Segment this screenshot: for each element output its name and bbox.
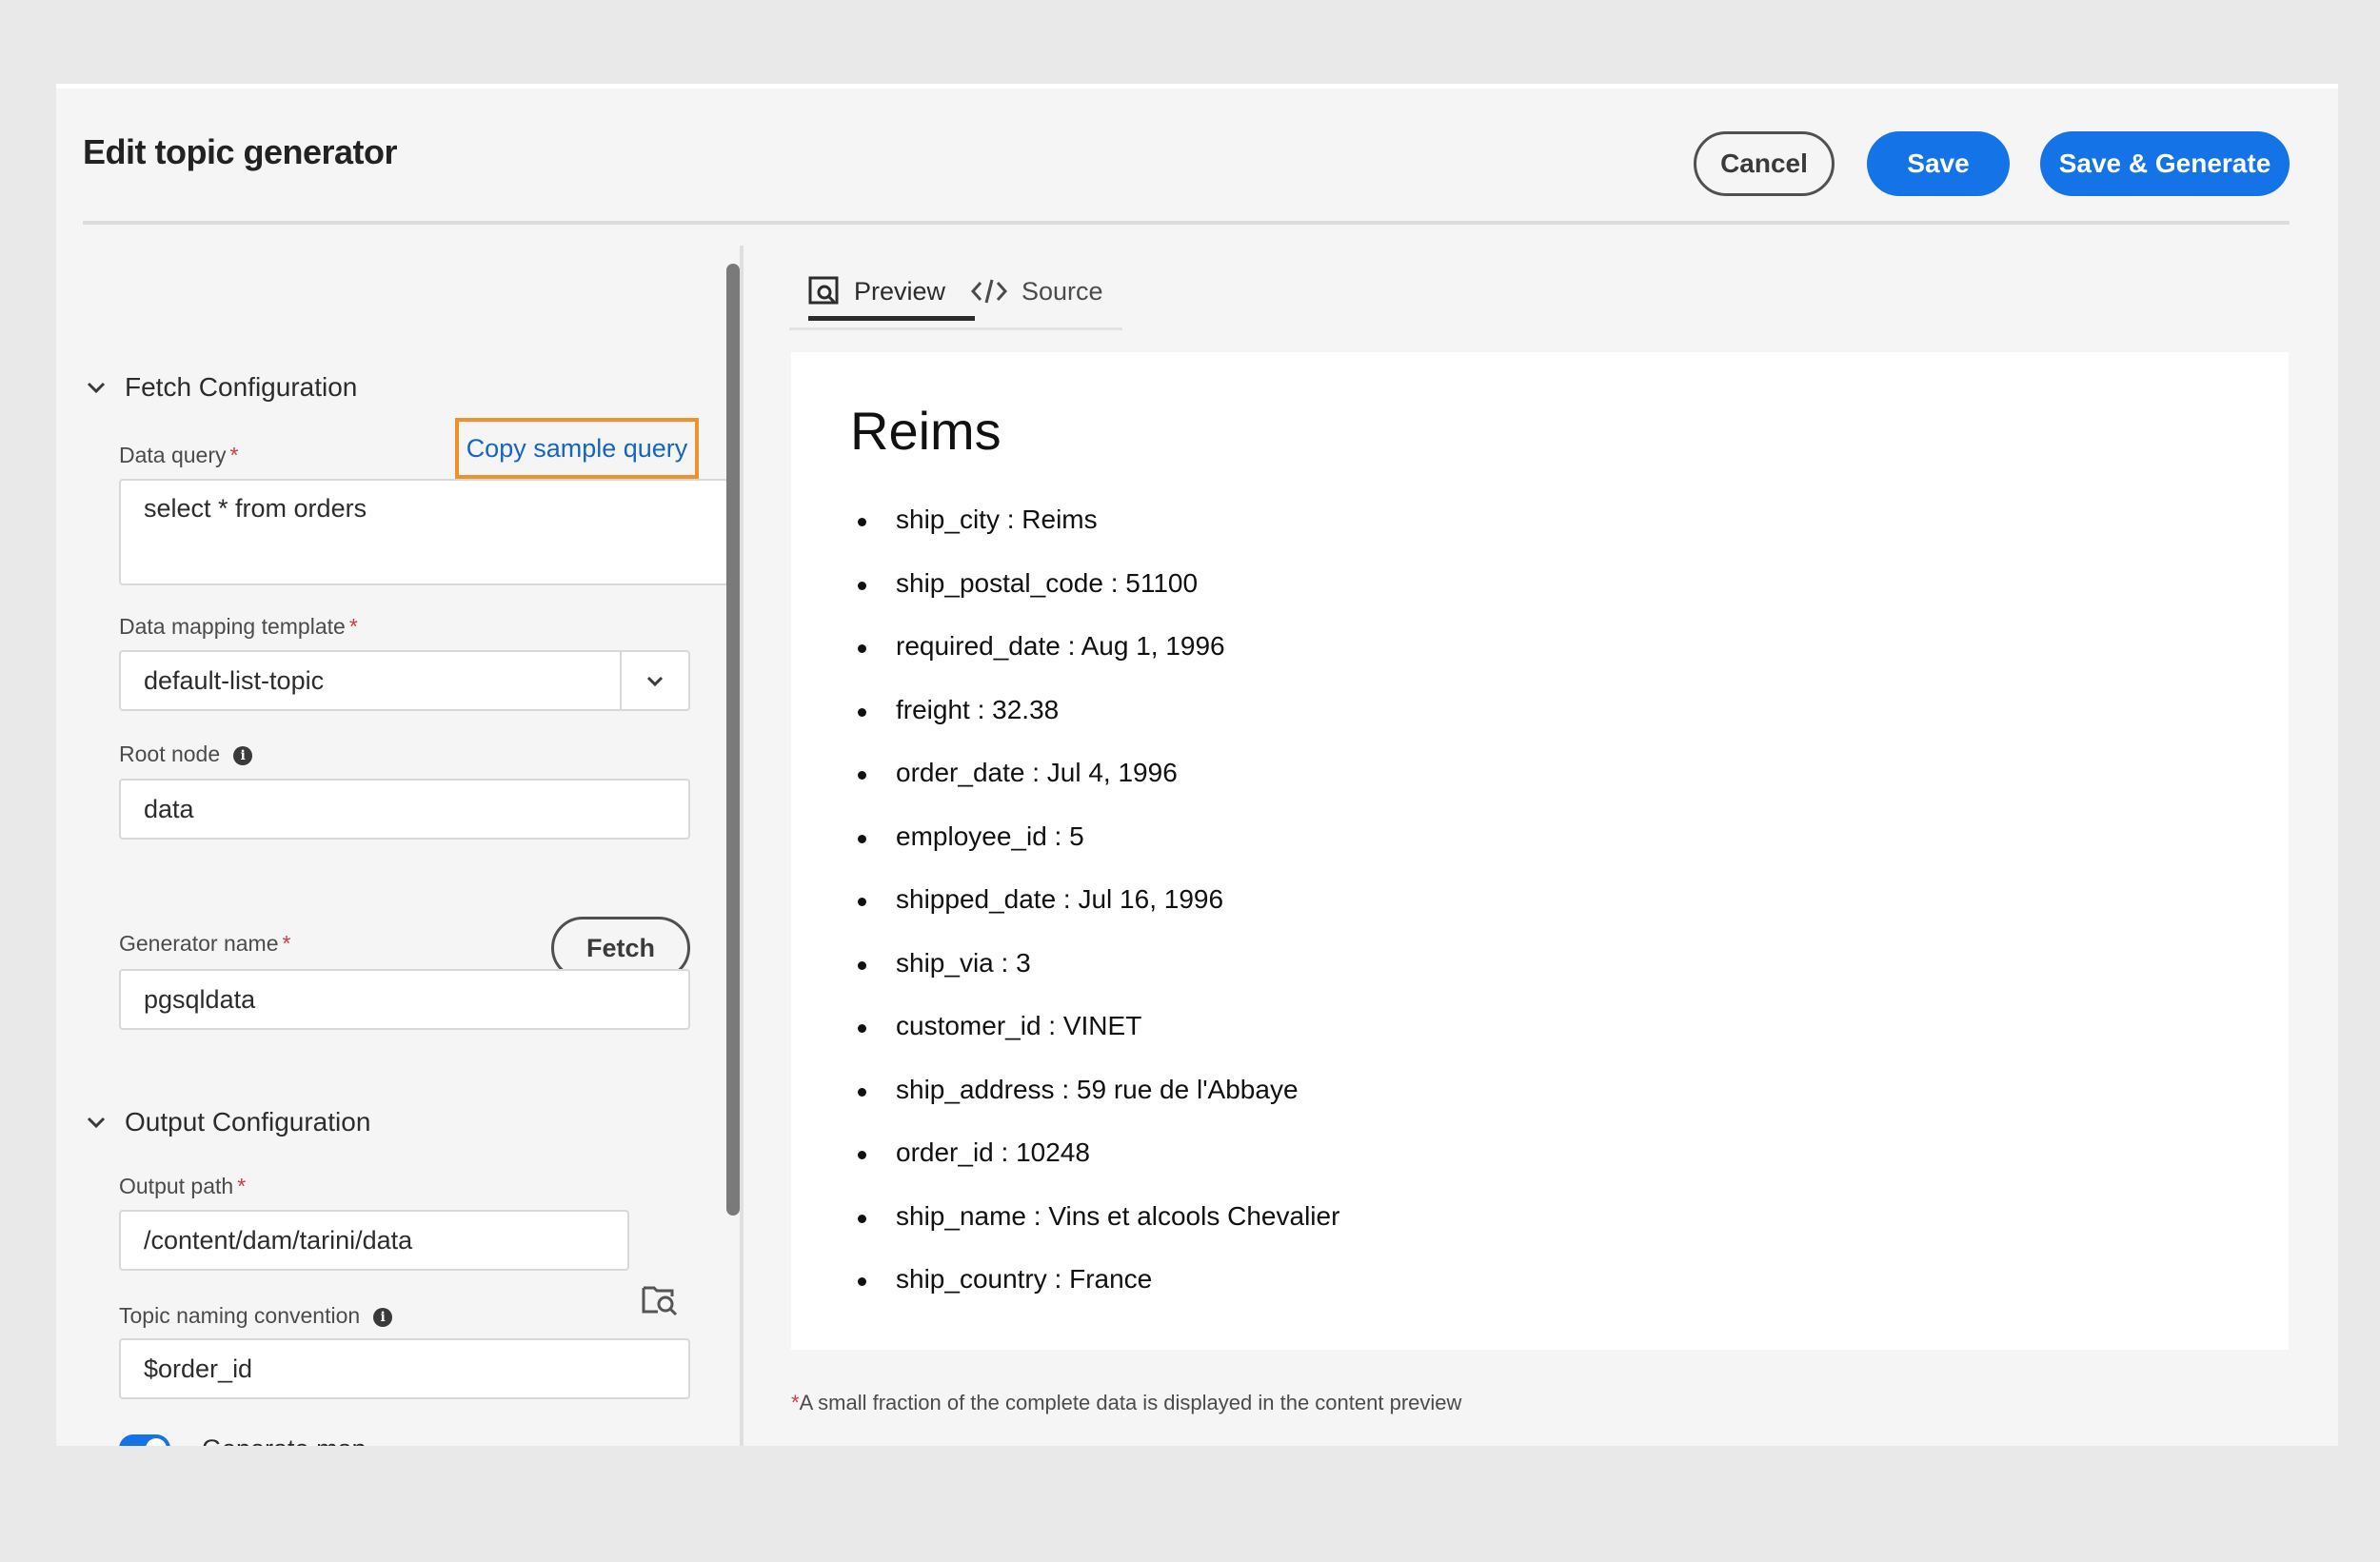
list-item: ship_name : Vins et alcools Chevalier <box>850 1201 1339 1265</box>
fetch-configuration-header[interactable]: Fetch Configuration <box>85 372 357 403</box>
dropdown-button[interactable] <box>620 652 688 709</box>
info-icon[interactable]: i <box>233 745 253 765</box>
panel-divider <box>740 246 744 1446</box>
content-preview: Reims ship_city : Reims ship_postal_code… <box>791 352 2289 1350</box>
chevron-down-icon <box>87 1117 106 1129</box>
preview-title: Reims <box>850 401 1002 461</box>
preview-tabs: Preview Source <box>789 265 1122 330</box>
list-item: freight : 32.38 <box>850 695 1339 759</box>
tab-preview-label: Preview <box>854 276 946 306</box>
info-icon[interactable]: i <box>373 1307 393 1327</box>
preview-icon <box>808 276 839 305</box>
list-item: shipped_date : Jul 16, 1996 <box>850 884 1339 948</box>
data-query-label: Data query * <box>119 443 239 467</box>
mapping-template-value: default-list-topic <box>144 665 325 695</box>
root-node-label: Root node i <box>119 741 253 767</box>
preview-field-list: ship_city : Reims ship_postal_code : 511… <box>850 504 1339 1328</box>
generator-name-value: pgsqldata <box>144 984 256 1014</box>
list-item: ship_postal_code : 51100 <box>850 568 1339 632</box>
edit-topic-generator-dialog: Edit topic generator Cancel Save Save & … <box>56 84 2338 1446</box>
generate-map-toggle[interactable] <box>119 1434 170 1446</box>
list-item: customer_id : VINET <box>850 1011 1339 1075</box>
generator-name-label: Generator name * <box>119 931 291 956</box>
fetch-configuration-title: Fetch Configuration <box>125 372 358 402</box>
configuration-panel: Fetch Configuration Data query * Copy sam… <box>56 231 728 1446</box>
output-path-value: /content/dam/tarini/data <box>144 1225 413 1255</box>
header-divider <box>83 221 2290 225</box>
tab-source[interactable]: Source <box>970 265 1103 318</box>
data-query-textarea[interactable]: select * from orders <box>119 479 728 585</box>
list-item: required_date : Aug 1, 1996 <box>850 631 1339 695</box>
list-item: ship_country : France <box>850 1264 1339 1328</box>
list-item: ship_city : Reims <box>850 504 1339 568</box>
data-mapping-template-select[interactable]: default-list-topic <box>119 650 690 711</box>
list-item: order_date : Jul 4, 1996 <box>850 758 1339 821</box>
root-node-input[interactable]: data <box>119 779 690 840</box>
save-and-generate-button[interactable]: Save & Generate <box>2040 131 2290 196</box>
tab-preview[interactable]: Preview <box>808 265 975 321</box>
generate-map-label: Generate map <box>202 1434 367 1446</box>
naming-convention-value: $order_id <box>144 1354 253 1383</box>
topic-naming-convention-label: Topic naming convention i <box>119 1303 393 1329</box>
copy-sample-query-link[interactable]: Copy sample query <box>455 418 699 479</box>
data-query-value: select * from orders <box>144 494 367 523</box>
dialog-title: Edit topic generator <box>83 132 398 171</box>
output-configuration-title: Output Configuration <box>125 1107 371 1137</box>
output-configuration-header[interactable]: Output Configuration <box>85 1107 370 1137</box>
preview-footnote: *A small fraction of the complete data i… <box>791 1391 1462 1414</box>
tab-source-label: Source <box>1021 276 1103 306</box>
generator-name-input[interactable]: pgsqldata <box>119 969 690 1030</box>
browse-folder-icon[interactable] <box>641 1280 679 1318</box>
vertical-scrollbar[interactable] <box>726 264 740 1216</box>
topic-naming-convention-input[interactable]: $order_id <box>119 1338 690 1399</box>
list-item: ship_via : 3 <box>850 948 1339 1012</box>
chevron-down-icon <box>87 382 106 394</box>
output-path-label: Output path * <box>119 1174 247 1198</box>
data-mapping-template-label: Data mapping template * <box>119 614 358 639</box>
code-icon <box>970 279 1008 304</box>
cancel-button[interactable]: Cancel <box>1694 131 1835 196</box>
root-node-value: data <box>144 794 194 823</box>
list-item: employee_id : 5 <box>850 821 1339 885</box>
active-tab-indicator <box>808 316 975 321</box>
output-path-input[interactable]: /content/dam/tarini/data <box>119 1210 629 1271</box>
save-button[interactable]: Save <box>1867 131 2010 196</box>
list-item: ship_address : 59 rue de l'Abbaye <box>850 1075 1339 1138</box>
list-item: order_id : 10248 <box>850 1137 1339 1201</box>
chevron-down-icon <box>646 676 664 687</box>
